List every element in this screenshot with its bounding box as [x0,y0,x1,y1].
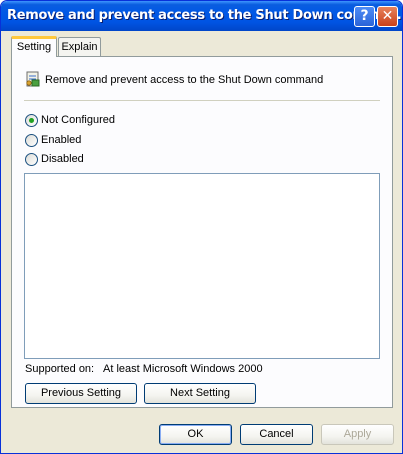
radio-enabled[interactable] [25,134,38,147]
apply-button[interactable]: Apply [321,424,394,445]
previous-setting-button[interactable]: Previous Setting [25,383,137,404]
dialog-window: Remove and prevent access to the Shut Do… [0,0,403,454]
setting-panel: Remove and prevent access to the Shut Do… [11,56,393,408]
help-button[interactable]: ? [354,6,375,27]
cancel-button[interactable]: Cancel [240,424,313,445]
question-icon: ? [360,8,369,24]
next-setting-button[interactable]: Next Setting [144,383,256,404]
option-label: Not Configured [41,114,115,126]
radio-not-configured[interactable] [25,114,38,127]
policy-setting-icon [26,71,40,87]
divider [24,100,380,101]
policy-title: Remove and prevent access to the Shut Do… [45,74,324,86]
close-icon: ✕ [381,8,394,24]
radio-disabled[interactable] [25,153,38,166]
option-label: Enabled [41,134,82,146]
title-bar[interactable]: Remove and prevent access to the Shut Do… [1,1,402,31]
tab-setting[interactable]: Setting [11,36,57,57]
close-button[interactable]: ✕ [377,6,398,27]
window-title: Remove and prevent access to the Shut Do… [7,8,402,23]
supported-on-label: Supported on: [25,363,95,375]
ok-button[interactable]: OK [159,424,232,445]
comment-textbox[interactable] [24,173,380,359]
tab-explain[interactable]: Explain [58,37,101,56]
option-label: Disabled [41,153,84,165]
supported-on-value: At least Microsoft Windows 2000 [103,363,263,375]
